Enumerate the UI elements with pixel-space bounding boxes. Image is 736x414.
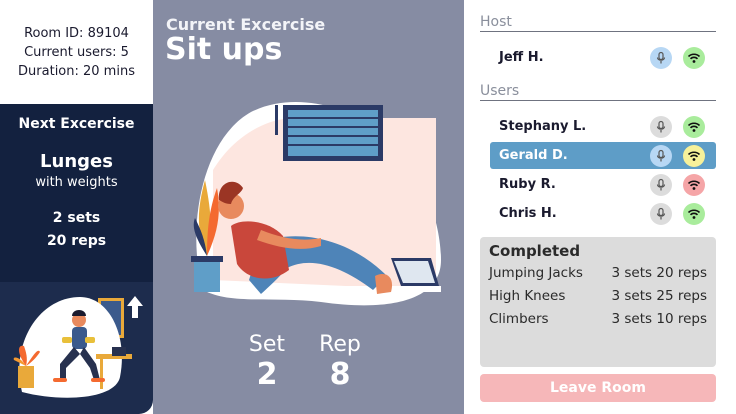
wifi-signal-icon — [683, 202, 705, 225]
host-row[interactable]: Jeff H. — [490, 44, 716, 71]
users-heading: Users — [480, 83, 716, 101]
microphone-icon[interactable] — [650, 46, 672, 69]
user-name: Ruby R. — [499, 177, 556, 192]
participants-panel: Host Jeff H. Users Stephany L. Gerald D.… — [464, 0, 736, 414]
completed-item-name: High Knees — [489, 288, 566, 304]
completed-item-detail: 3 sets 20 reps — [611, 265, 707, 281]
user-name: Gerald D. — [499, 148, 568, 163]
host-heading: Host — [480, 14, 716, 32]
room-info-card: Room ID: 89104 Current users: 5 Duration… — [0, 0, 153, 104]
user-row[interactable]: Chris H. — [490, 200, 716, 227]
completed-item: Jumping Jacks 3 sets 20 reps — [489, 265, 707, 281]
leave-room-button[interactable]: Leave Room — [480, 374, 716, 402]
completed-item-detail: 3 sets 10 reps — [611, 311, 707, 327]
next-exercise-heading: Next Excercise — [18, 116, 135, 132]
completed-item-name: Jumping Jacks — [489, 265, 583, 281]
next-exercise-reps: 20 reps — [46, 233, 107, 249]
completed-item-name: Climbers — [489, 311, 549, 327]
current-exercise-panel: Current Excercise Sit ups Set 2 Rep 8 — [153, 0, 464, 414]
current-exercise-name: Sit ups — [165, 32, 283, 67]
next-exercise-card: Next Excercise Lunges with weights 2 set… — [0, 104, 153, 282]
host-name: Jeff H. — [499, 50, 544, 65]
wifi-signal-icon — [683, 173, 705, 196]
set-value: 2 — [256, 357, 278, 392]
arrow-up-icon — [127, 296, 143, 318]
next-exercise-sets: 2 sets — [52, 210, 101, 226]
user-name: Stephany L. — [499, 119, 587, 134]
rep-value: 8 — [329, 357, 351, 392]
wifi-signal-icon — [683, 46, 705, 69]
rep-counter: Rep 8 — [315, 332, 365, 392]
rep-label: Rep — [319, 332, 361, 357]
current-exercise-illustration — [191, 100, 441, 306]
user-row-selected[interactable]: Gerald D. — [490, 142, 716, 169]
user-row[interactable]: Ruby R. — [490, 171, 716, 198]
completed-exercises-panel: Completed Jumping Jacks 3 sets 20 reps H… — [480, 237, 716, 367]
microphone-icon[interactable] — [650, 144, 672, 167]
set-counter: Set 2 — [242, 332, 292, 392]
completed-item-detail: 3 sets 25 reps — [611, 288, 707, 304]
session-duration: Duration: 20 mins — [18, 63, 135, 79]
current-users-count: Current users: 5 — [24, 44, 129, 60]
microphone-icon[interactable] — [650, 115, 672, 138]
completed-item: High Knees 3 sets 25 reps — [489, 288, 707, 304]
left-panel: Room ID: 89104 Current users: 5 Duration… — [0, 0, 153, 414]
user-name: Chris H. — [499, 206, 557, 221]
completed-heading: Completed — [489, 242, 581, 260]
next-exercise-name: Lunges — [40, 151, 113, 172]
next-exercise-illustration — [0, 282, 153, 414]
microphone-icon[interactable] — [650, 202, 672, 225]
wifi-signal-icon — [683, 115, 705, 138]
next-exercise-subtitle: with weights — [35, 175, 118, 190]
wifi-signal-icon — [683, 144, 705, 167]
microphone-icon[interactable] — [650, 173, 672, 196]
user-row[interactable]: Stephany L. — [490, 113, 716, 140]
set-label: Set — [248, 332, 286, 357]
room-id: Room ID: 89104 — [24, 25, 129, 41]
completed-item: Climbers 3 sets 10 reps — [489, 311, 707, 327]
